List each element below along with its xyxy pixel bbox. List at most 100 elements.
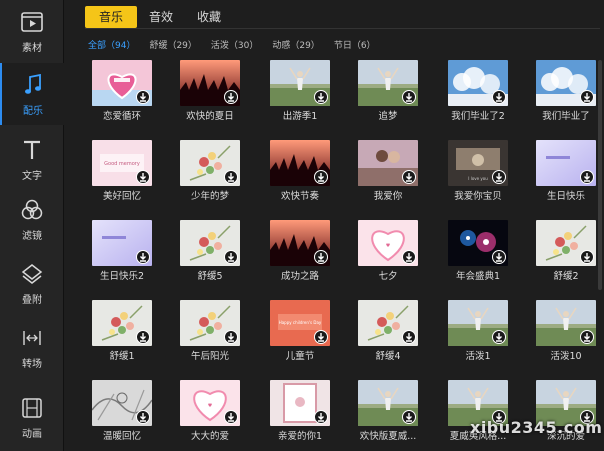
filter-holiday[interactable]: 节日（6） — [334, 38, 376, 51]
download-icon[interactable] — [580, 330, 594, 344]
download-icon[interactable] — [314, 170, 328, 184]
sidebar-item-label: 配乐 — [23, 105, 43, 117]
download-icon[interactable] — [224, 250, 238, 264]
music-card[interactable]: 生日快乐2 — [92, 220, 156, 292]
music-title: 活泼10 — [550, 351, 582, 362]
music-card[interactable]: 成功之路 — [270, 220, 334, 292]
sidebar-item-label: 滤镜 — [22, 230, 42, 242]
music-card[interactable]: I love you 我爱你宝贝 — [448, 140, 512, 212]
download-icon[interactable] — [224, 170, 238, 184]
scrollbar[interactable] — [598, 60, 602, 290]
download-icon[interactable] — [224, 410, 238, 424]
download-icon[interactable] — [492, 90, 506, 104]
download-icon[interactable] — [492, 250, 506, 264]
music-card[interactable]: 温暖回忆 — [92, 380, 156, 450]
filter-all[interactable]: 全部（94） — [88, 38, 135, 51]
tab-favorites[interactable]: 收藏 — [185, 6, 233, 28]
text-icon — [19, 137, 45, 163]
music-title: 生日快乐2 — [99, 271, 145, 282]
music-card[interactable]: 夏威夷风格... — [448, 380, 512, 450]
download-icon[interactable] — [314, 410, 328, 424]
filter-icon — [19, 197, 45, 223]
music-card[interactable]: 舒缓5 — [180, 220, 244, 292]
download-icon[interactable] — [136, 330, 150, 344]
download-icon[interactable] — [492, 170, 506, 184]
sidebar-item-text[interactable]: 文字 — [0, 128, 64, 190]
music-card[interactable]: 追梦 — [358, 60, 422, 132]
music-card[interactable]: 活泼10 — [536, 300, 598, 372]
music-card[interactable]: 生日快乐 — [536, 140, 598, 212]
music-title: 成功之路 — [280, 271, 319, 282]
music-title: 舒缓4 — [375, 351, 401, 362]
music-title: 恋爱循环 — [102, 111, 141, 122]
music-title: 我们毕业了 — [542, 111, 590, 122]
filter-dynamic[interactable]: 动感（29） — [272, 38, 319, 51]
music-card[interactable]: Good memory 美好回忆 — [92, 140, 156, 212]
sidebar-item-media[interactable]: 素材 — [0, 0, 64, 62]
sidebar-item-music[interactable]: 配乐 — [0, 63, 64, 125]
transition-icon — [19, 325, 45, 351]
download-icon[interactable] — [402, 170, 416, 184]
music-card[interactable]: 我爱你 — [358, 140, 422, 212]
download-icon[interactable] — [314, 330, 328, 344]
music-title: 大大的爱 — [190, 431, 229, 442]
download-icon[interactable] — [580, 90, 594, 104]
music-card[interactable]: 舒缓4 — [358, 300, 422, 372]
music-card[interactable]: 深沉的爱 — [536, 380, 598, 450]
music-title: 亲爱的你1 — [277, 431, 323, 442]
music-card[interactable]: 舒缓1 — [92, 300, 156, 372]
download-icon[interactable] — [402, 250, 416, 264]
music-card[interactable]: 欢快版夏威... — [358, 380, 422, 450]
tab-sound-effects[interactable]: 音效 — [137, 6, 185, 28]
music-card[interactable]: ♥ 七夕 — [358, 220, 422, 292]
music-card[interactable]: Happy children's Day 儿童节 — [270, 300, 334, 372]
download-icon[interactable] — [580, 170, 594, 184]
download-icon[interactable] — [492, 330, 506, 344]
music-title: 欢快版夏威... — [359, 431, 417, 442]
music-card[interactable]: 恋爱循环 — [92, 60, 156, 132]
download-icon[interactable] — [314, 90, 328, 104]
filter-soothing[interactable]: 舒缓（29） — [149, 38, 196, 51]
download-icon[interactable] — [224, 330, 238, 344]
music-title: 七夕 — [378, 271, 398, 282]
download-icon[interactable] — [136, 90, 150, 104]
svg-text:♥: ♥ — [208, 403, 213, 409]
music-card[interactable]: 午后阳光 — [180, 300, 244, 372]
music-card[interactable]: 年会盛典1 — [448, 220, 512, 292]
download-icon[interactable] — [136, 170, 150, 184]
sidebar-item-transition[interactable]: 转场 — [0, 316, 64, 378]
music-card[interactable]: 活泼1 — [448, 300, 512, 372]
music-title: 午后阳光 — [190, 351, 229, 362]
download-icon[interactable] — [136, 250, 150, 264]
tab-music[interactable]: 音乐 — [85, 6, 137, 28]
music-card[interactable]: 我们毕业了 — [536, 60, 598, 132]
music-card[interactable]: 舒缓2 — [536, 220, 598, 292]
music-title: 欢快节奏 — [280, 191, 319, 202]
download-icon[interactable] — [402, 90, 416, 104]
music-card[interactable]: 欢快的夏日 — [180, 60, 244, 132]
music-card[interactable]: ♥ 大大的爱 — [180, 380, 244, 450]
music-title: 温暖回忆 — [102, 431, 141, 442]
svg-text:Good memory: Good memory — [104, 161, 140, 167]
sidebar-item-overlay[interactable]: 叠附 — [0, 252, 64, 314]
download-icon[interactable] — [224, 90, 238, 104]
download-icon[interactable] — [580, 250, 594, 264]
download-icon[interactable] — [402, 410, 416, 424]
download-icon[interactable] — [402, 330, 416, 344]
filter-lively[interactable]: 活泼（30） — [211, 38, 258, 51]
sidebar-item-animation[interactable]: 动画 — [0, 386, 64, 448]
music-card[interactable]: 少年的梦 — [180, 140, 244, 212]
music-card[interactable]: 出游季1 — [270, 60, 334, 132]
animation-icon — [19, 395, 45, 421]
music-title: 舒缓2 — [553, 271, 579, 282]
music-card[interactable]: 亲爱的你1 — [270, 380, 334, 450]
sidebar-item-filter[interactable]: 滤镜 — [0, 188, 64, 250]
sidebar-item-label: 叠附 — [22, 294, 42, 306]
music-title: 生日快乐 — [546, 191, 585, 202]
sidebar-item-label: 转场 — [22, 358, 42, 370]
music-card[interactable]: 欢快节奏 — [270, 140, 334, 212]
download-icon[interactable] — [314, 250, 328, 264]
music-title: 欢快的夏日 — [186, 111, 234, 122]
download-icon[interactable] — [136, 410, 150, 424]
music-card[interactable]: 我们毕业了2 — [448, 60, 512, 132]
